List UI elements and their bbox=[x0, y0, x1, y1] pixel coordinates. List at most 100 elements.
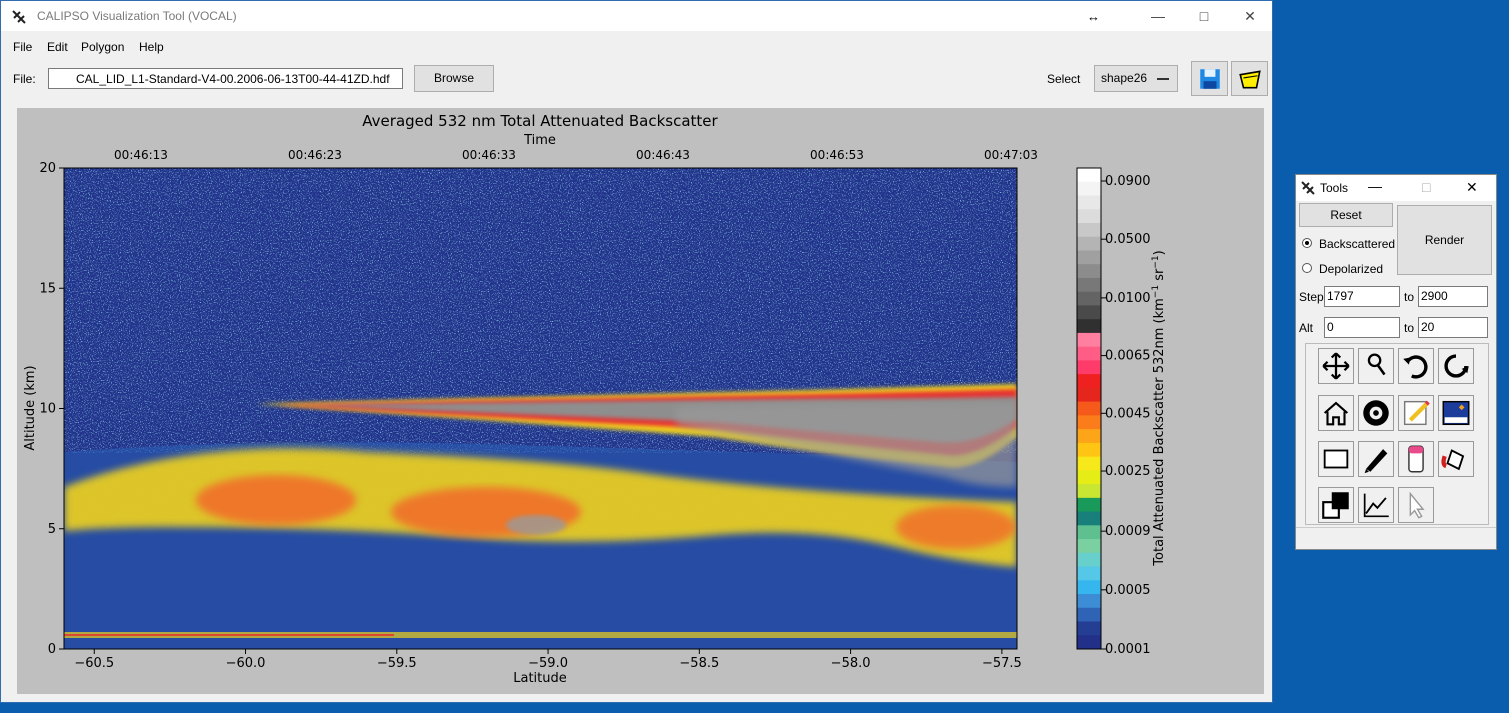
settings-tool-button[interactable] bbox=[1358, 395, 1394, 431]
colorbar-tick-label: 0.0001 bbox=[1105, 642, 1151, 657]
bottom-axis-label: Latitude bbox=[513, 671, 567, 686]
open-folder-icon bbox=[1238, 70, 1261, 89]
redo-icon bbox=[1444, 354, 1469, 378]
plot-title: Averaged 532 nm Total Attenuated Backsca… bbox=[362, 112, 718, 130]
color-swatch-button[interactable] bbox=[1318, 487, 1354, 523]
backscatter-image bbox=[64, 168, 1017, 649]
colorbar-tick-label: 0.0025 bbox=[1105, 464, 1151, 479]
browse-button[interactable]: Browse bbox=[414, 65, 494, 92]
top-axis-label: Time bbox=[523, 133, 556, 148]
home-tool-button[interactable] bbox=[1318, 395, 1354, 431]
redo-button[interactable] bbox=[1438, 348, 1474, 384]
chart-tool-button[interactable] bbox=[1358, 487, 1394, 523]
save-button[interactable] bbox=[1191, 61, 1228, 96]
eraser-tool-button[interactable] bbox=[1398, 441, 1434, 477]
colorbar-segment bbox=[1077, 401, 1101, 416]
menu-help[interactable]: Help bbox=[139, 40, 164, 54]
time-tick-label: 00:46:53 bbox=[810, 148, 864, 162]
file-label: File: bbox=[13, 72, 36, 86]
file-path-field[interactable]: CAL_LID_L1-Standard-V4-00.2006-06-13T00-… bbox=[48, 68, 403, 89]
latitude-tick-label: −57.5 bbox=[982, 656, 1022, 671]
undo-button[interactable] bbox=[1398, 348, 1434, 384]
pencil-tool-button[interactable] bbox=[1358, 441, 1394, 477]
shape-select[interactable]: shape26 bbox=[1094, 65, 1178, 92]
time-tick-label: 00:47:03 bbox=[984, 148, 1038, 162]
satellite-icon bbox=[12, 10, 26, 24]
pointer-tool-button[interactable] bbox=[1398, 487, 1434, 523]
colorbar-segment bbox=[1077, 319, 1101, 334]
colorbar-tick-label: 0.0065 bbox=[1105, 349, 1151, 364]
time-tick-labels: 00:46:13 00:46:23 00:46:33 00:46:43 00:46:53… bbox=[114, 148, 1038, 162]
move-tool-button[interactable] bbox=[1318, 348, 1354, 384]
altitude-tick-label: 20 bbox=[39, 161, 56, 176]
zoom-icon bbox=[1367, 353, 1386, 376]
latitude-tick-labels: −60.5 −60.0 −59.5 −59.0 −58.5 −58.0 −57.5 bbox=[74, 649, 1022, 671]
tools-close-button[interactable]: ✕ bbox=[1466, 179, 1478, 196]
time-tick-label: 00:46:33 bbox=[462, 148, 516, 162]
menu-edit[interactable]: Edit bbox=[47, 40, 68, 54]
tools-minimize-button[interactable]: — bbox=[1368, 178, 1382, 194]
maximize-button[interactable]: □ bbox=[1181, 1, 1227, 31]
latitude-tick-label: −58.0 bbox=[831, 656, 871, 671]
colorbar-segment bbox=[1077, 415, 1101, 430]
menu-file[interactable]: File bbox=[13, 40, 32, 54]
colorbar-segment bbox=[1077, 277, 1101, 293]
color-swatch-icon bbox=[1322, 492, 1349, 519]
tools-maximize-button[interactable]: □ bbox=[1422, 179, 1430, 195]
close-button[interactable]: ✕ bbox=[1227, 1, 1273, 31]
colorbar-segment bbox=[1077, 442, 1101, 458]
colorbar-segment bbox=[1077, 250, 1101, 265]
time-tick-label: 00:46:43 bbox=[636, 148, 690, 162]
alt-from-input[interactable]: 0 bbox=[1324, 317, 1400, 338]
render-button[interactable]: Render bbox=[1397, 205, 1492, 275]
pointer-icon bbox=[1409, 491, 1425, 519]
radio-backscattered[interactable] bbox=[1302, 238, 1312, 248]
colorbar-segment bbox=[1077, 552, 1101, 568]
latitude-tick-label: −58.5 bbox=[679, 656, 719, 671]
colorbar-tick-label: 0.0005 bbox=[1105, 583, 1151, 598]
edit-note-icon bbox=[1403, 400, 1430, 426]
radio-backscattered-label: Backscattered bbox=[1319, 237, 1396, 251]
chart-icon bbox=[1363, 493, 1389, 518]
colorbar-segment bbox=[1077, 264, 1101, 279]
image-tool-button[interactable] bbox=[1438, 395, 1474, 431]
colorbar-segment bbox=[1077, 539, 1101, 554]
image-icon bbox=[1442, 400, 1470, 426]
rectangle-icon bbox=[1323, 449, 1349, 469]
colorbar-segment bbox=[1077, 429, 1101, 444]
title-bar: CALIPSO Visualization Tool (VOCAL) ↔ — □… bbox=[1, 1, 1272, 31]
edit-note-tool-button[interactable] bbox=[1398, 395, 1434, 431]
minimize-button[interactable]: — bbox=[1135, 1, 1181, 31]
reset-button[interactable]: Reset bbox=[1299, 203, 1393, 227]
shape-select-value: shape26 bbox=[1101, 71, 1148, 85]
step-to-input[interactable]: 2900 bbox=[1418, 286, 1488, 307]
paint-bucket-tool-button[interactable] bbox=[1438, 441, 1474, 477]
colorbar-segment bbox=[1077, 580, 1101, 595]
tools-status-bar bbox=[1296, 527, 1496, 550]
colorbar bbox=[1077, 168, 1101, 650]
step-from-input[interactable]: 1797 bbox=[1324, 286, 1400, 307]
tools-title-bar: Tools — □ ✕ bbox=[1296, 175, 1496, 201]
colorbar-segment bbox=[1077, 607, 1101, 623]
colorbar-segment bbox=[1077, 291, 1101, 306]
latitude-tick-label: −59.5 bbox=[377, 656, 417, 671]
undo-icon bbox=[1403, 355, 1428, 379]
altitude-tick-label: 5 bbox=[48, 522, 56, 537]
move-icon bbox=[1322, 352, 1350, 380]
colorbar-segment bbox=[1077, 456, 1101, 471]
colorbar-segment bbox=[1077, 525, 1101, 540]
menu-bar bbox=[1, 31, 1272, 55]
colorbar-label: Total Attenuated Backscatter 532nm (km−1… bbox=[1151, 250, 1167, 566]
radio-depolarized[interactable] bbox=[1302, 263, 1312, 273]
zoom-tool-button[interactable] bbox=[1358, 348, 1394, 384]
open-folder-button[interactable] bbox=[1231, 61, 1268, 96]
colorbar-segment bbox=[1077, 484, 1101, 499]
rectangle-tool-button[interactable] bbox=[1318, 441, 1354, 477]
alt-to-input[interactable]: 20 bbox=[1418, 317, 1488, 338]
colorbar-tick-labels: 0.0900 0.0500 0.0100 0.0065 0.0045 0.0025 0.00… bbox=[1101, 174, 1151, 657]
colorbar-tick-label: 0.0100 bbox=[1105, 291, 1151, 306]
latitude-tick-label: −60.0 bbox=[226, 656, 266, 671]
colorbar-segment bbox=[1077, 305, 1101, 320]
menu-polygon[interactable]: Polygon bbox=[81, 40, 124, 54]
window-title: CALIPSO Visualization Tool (VOCAL) bbox=[37, 9, 237, 23]
